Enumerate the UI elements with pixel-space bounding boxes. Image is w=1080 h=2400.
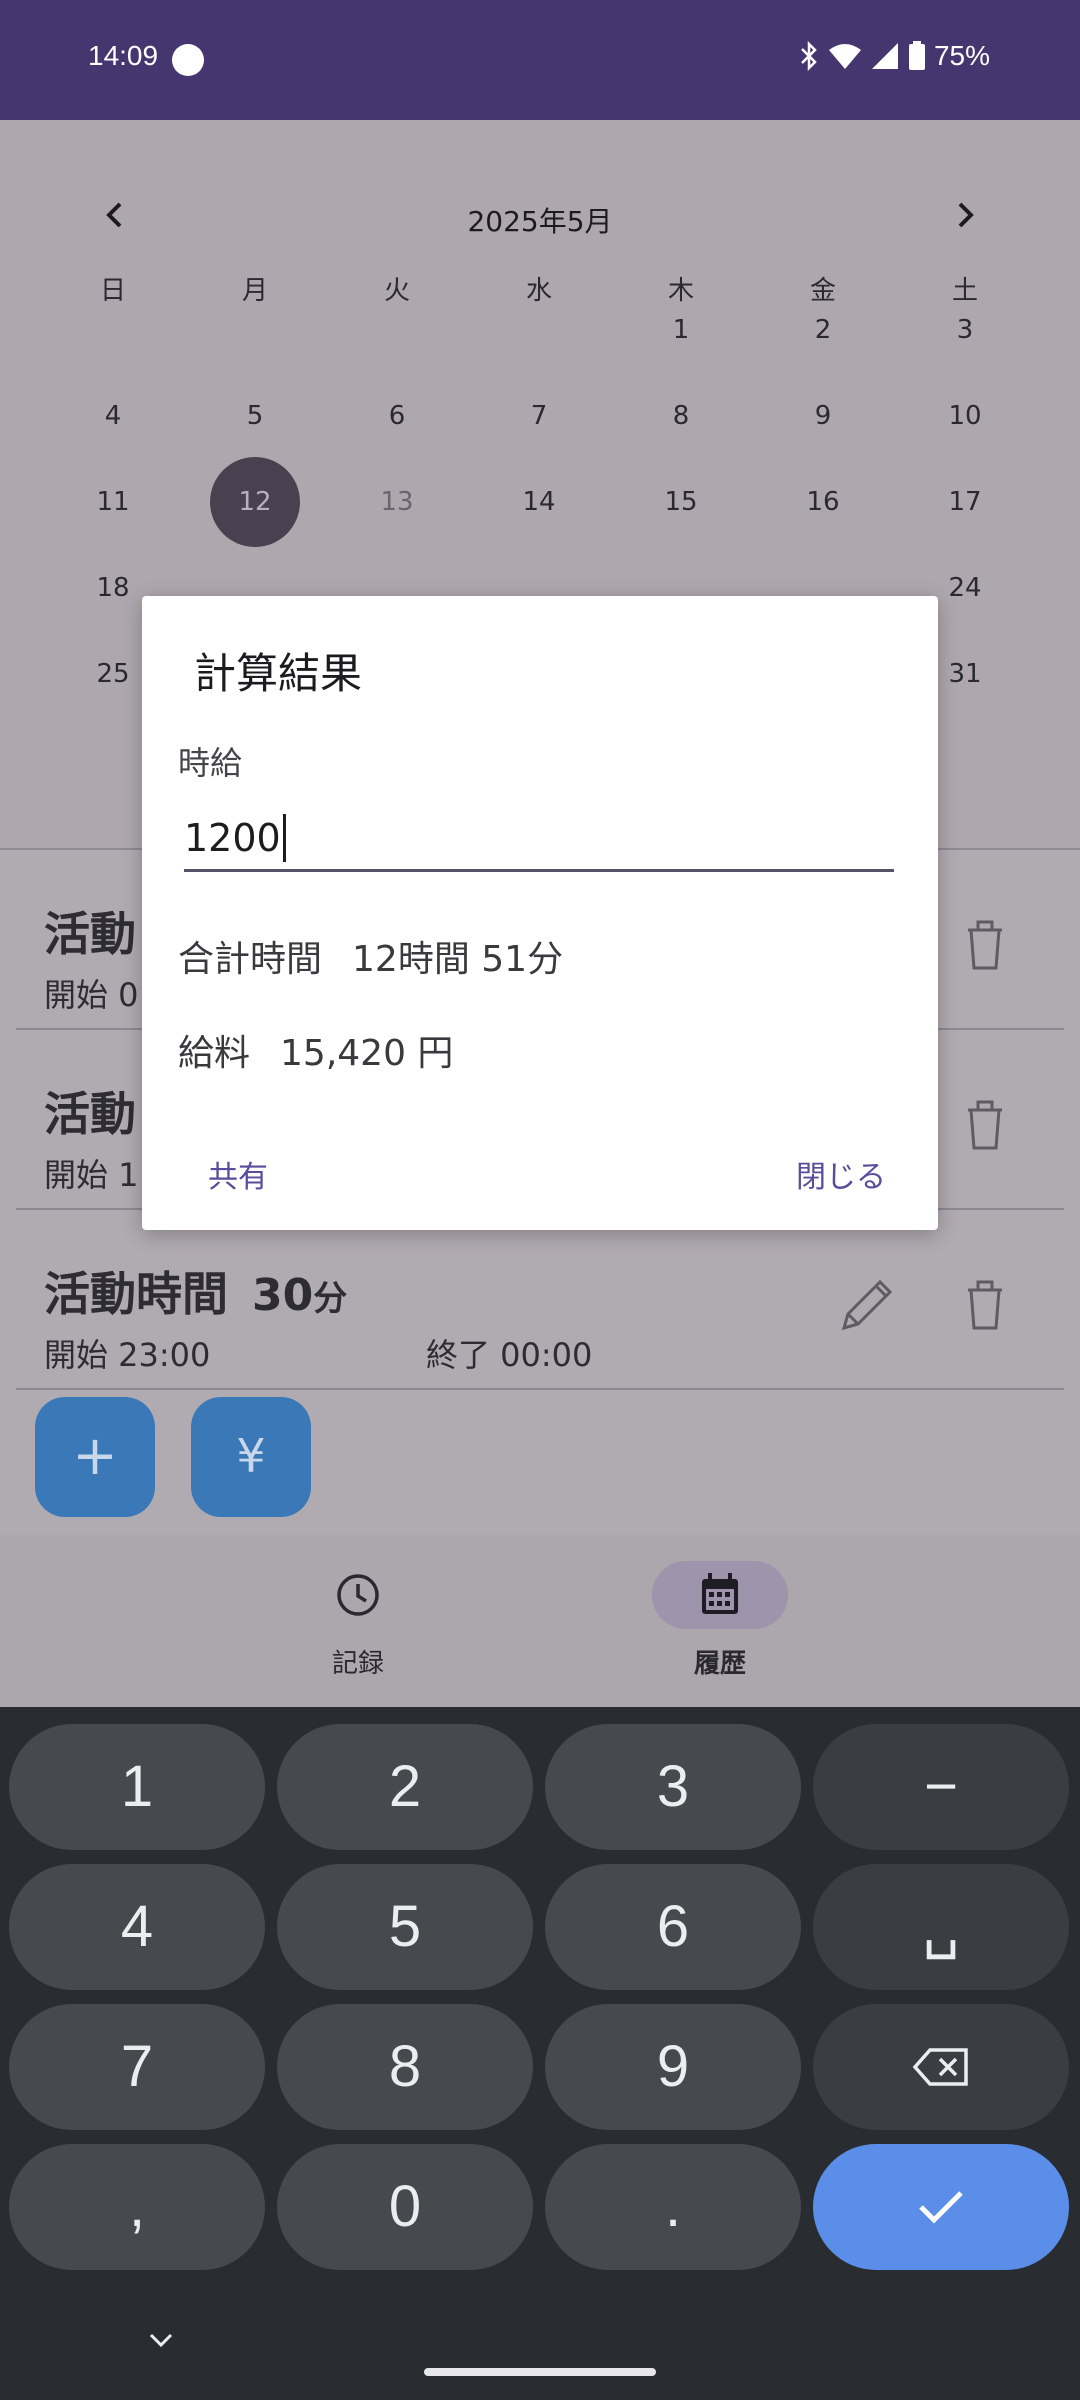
calendar-day[interactable]: 17 [920,457,1010,547]
key-3[interactable]: 3 [545,1724,801,1850]
entry-start: 開始 0 [44,976,139,1014]
entry-duration-unit: 分 [313,1279,348,1319]
key-8[interactable]: 8 [277,2004,533,2130]
entry-title: 活動 [44,907,136,961]
calendar-month-title: 2025年5月 [467,205,613,238]
entry-start: 開始 1 [44,1156,139,1194]
status-icons: 75% [798,40,990,72]
calendar-day[interactable]: 14 [494,457,584,547]
key-1[interactable]: 1 [9,1724,265,1850]
total-time-value: 12時間 51分 [352,939,564,980]
battery-icon [908,41,925,70]
entry-title: 活動 [44,1087,136,1141]
key-enter[interactable] [813,2144,1069,2270]
trash-icon[interactable] [960,1274,1010,1334]
calendar-icon [702,1573,738,1614]
calendar-day[interactable]: 6 [352,371,442,461]
key-space[interactable]: ␣ [813,1864,1069,1990]
chevron-down-icon[interactable] [146,2330,176,2350]
calendar-day[interactable]: 13 [352,457,442,547]
calendar-day[interactable]: 8 [636,371,726,461]
key-4[interactable]: 4 [9,1864,265,1990]
dialog-title: 計算結果 [194,649,363,698]
trash-icon[interactable] [960,914,1010,974]
hourly-wage-label: 時給 [178,744,243,782]
salary-row: 給料 15,420 円 [178,1033,454,1074]
entry-title: 活動時間 30分 [44,1267,348,1321]
nav-item-record[interactable]: 記録 [248,1561,468,1680]
calendar-day[interactable]: 11 [68,457,158,547]
total-time-row: 合計時間 12時間 51分 [178,939,564,980]
notification-dot-icon [172,44,204,76]
calendar-day[interactable]: 5 [210,371,300,461]
calendar-day[interactable]: 3 [920,285,1010,375]
clock-icon [337,1574,379,1616]
calendar-day[interactable]: 1 [636,285,726,375]
list-item[interactable]: 活動時間 30分 開始 23:00 終了 00:00 [16,1210,1064,1390]
add-record-button[interactable]: + [35,1397,155,1517]
calculate-salary-button[interactable]: ¥ [191,1397,311,1517]
backspace-icon [912,2048,968,2086]
gesture-bar[interactable] [424,2368,656,2376]
signal-icon [871,43,898,69]
key-2[interactable]: 2 [277,1724,533,1850]
weekday-label: 水 [525,276,552,306]
trash-icon[interactable] [960,1094,1010,1154]
calendar-day[interactable]: 7 [494,371,584,461]
calendar-day[interactable]: 15 [636,457,726,547]
calendar-day[interactable]: 9 [778,371,868,461]
key-0[interactable]: 0 [277,2144,533,2270]
calendar-day[interactable]: 10 [920,371,1010,461]
bluetooth-icon [801,41,817,71]
weekday-label: 日 [99,276,126,306]
weekday-label: 火 [383,276,410,306]
salary-value: 15,420 円 [280,1033,454,1074]
key-comma[interactable]: , [9,2144,265,2270]
entry-end: 終了 00:00 [426,1336,593,1374]
close-button[interactable]: 閉じる [796,1152,886,1196]
calculation-result-dialog: 計算結果 時給 1200 合計時間 12時間 51分 給料 15,420 円 共有 … [142,596,938,1230]
key-5[interactable]: 5 [277,1864,533,1990]
calendar-day[interactable]: 16 [778,457,868,547]
calendar-header: 2025年5月 [0,170,1080,260]
nav-label-record: 記録 [331,1649,384,1679]
hourly-wage-input[interactable]: 1200 [184,806,894,872]
status-time: 14:09 [88,40,159,71]
calendar-day[interactable]: 4 [68,371,158,461]
nav-item-history[interactable]: 履歴 [610,1561,830,1680]
check-icon [919,2191,963,2224]
wifi-icon [828,44,861,69]
key-9[interactable]: 9 [545,2004,801,2130]
status-bar: 14:09 75% [0,0,1080,120]
calendar-day-selected[interactable]: 12 [210,457,300,547]
key-7[interactable]: 7 [9,2004,265,2130]
key-6[interactable]: 6 [545,1864,801,1990]
calendar-day[interactable]: 2 [778,285,868,375]
nav-label-history: 履歴 [693,1649,746,1679]
key-backspace[interactable] [813,2004,1069,2130]
chevron-right-icon[interactable] [940,190,990,240]
bottom-navigation: 記録 履歴 [0,1535,1080,1707]
text-caret [282,813,286,862]
battery-percent: 75% [933,40,990,71]
pencil-icon[interactable] [832,1270,902,1340]
weekday-label: 月 [241,276,268,306]
numeric-keyboard: 1 2 3 − 4 5 6 ␣ 7 8 9 , 0 . [0,1707,1080,2400]
share-button[interactable]: 共有 [208,1152,268,1196]
entry-duration: 30 [252,1270,314,1321]
entry-start: 開始 23:00 [44,1336,211,1374]
key-period[interactable]: . [545,2144,801,2270]
key-minus[interactable]: − [813,1724,1069,1850]
